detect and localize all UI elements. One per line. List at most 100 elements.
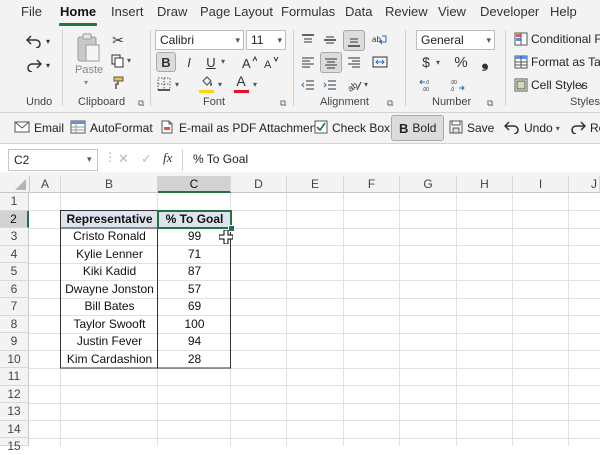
align-left-icon[interactable] [299,53,317,71]
align-middle-icon[interactable] [321,31,339,49]
tab-help[interactable]: Help [550,4,577,19]
increase-font-size-icon[interactable]: A [240,53,258,71]
decrease-font-size-icon[interactable]: A [262,53,280,71]
font-name-combo[interactable]: Calibri ▾ [155,30,244,50]
alignment-launcher-icon[interactable]: ⧉ [387,98,393,109]
percent-button[interactable]: % [452,53,470,71]
redo-icon[interactable] [24,56,44,74]
column-header-f[interactable]: F [344,176,400,193]
row-header-8[interactable]: 8 [0,315,29,333]
format-painter-icon[interactable] [110,75,126,91]
decrease-decimal-icon[interactable]: .00.0 [446,76,466,94]
copy-dropdown-icon[interactable]: ▾ [127,56,131,65]
cell-representative[interactable]: Justin Fever [61,333,158,351]
cell-percent-to-goal[interactable]: 100 [158,316,231,334]
save-button[interactable]: Save [449,118,494,138]
row-header-7[interactable]: 7 [0,298,29,316]
align-top-icon[interactable] [299,31,317,49]
paste-dropdown-icon[interactable]: ▾ [84,78,88,87]
select-all-corner[interactable] [0,176,30,193]
cell-representative[interactable]: Bill Bates [61,298,158,316]
format-as-table-icon[interactable] [513,54,529,70]
row-header-4[interactable]: 4 [0,245,29,263]
email-button[interactable]: Email [14,118,64,138]
tab-review[interactable]: Review [385,4,428,19]
borders-icon[interactable] [156,76,172,92]
cell-representative[interactable]: Kylie Lenner [61,246,158,264]
cancel-icon[interactable]: ✕ [118,151,129,167]
bold-button[interactable]: B [156,52,176,72]
font-launcher-icon[interactable]: ⧉ [280,98,286,109]
increase-decimal-icon[interactable]: .0.00 [418,76,438,94]
paste-label[interactable]: Paste [75,64,103,76]
row-header-10[interactable]: 10 [0,350,29,368]
clipboard-launcher-icon[interactable]: ⧉ [138,98,144,109]
increase-indent-icon[interactable] [321,76,339,94]
tab-insert[interactable]: Insert [111,4,144,19]
undo-qat-button[interactable]: Undo ▾ [503,118,560,138]
undo-dropdown-icon[interactable]: ▾ [44,34,52,48]
formula-input[interactable]: % To Goal [182,149,600,171]
tab-formulas[interactable]: Formulas [281,4,335,19]
conditional-formatting-icon[interactable] [513,31,529,47]
cell-percent-to-goal[interactable]: 69 [158,298,231,316]
font-size-combo[interactable]: 11 ▾ [246,30,286,50]
cell-percent-to-goal[interactable]: 28 [158,351,231,369]
cell-representative[interactable]: Taylor Swooft [61,316,158,334]
cell-styles-dropdown-icon[interactable]: ▾ [580,82,584,91]
tab-developer[interactable]: Developer [480,4,539,19]
undo-icon[interactable] [24,32,44,50]
fill-color-dropdown-icon[interactable]: ▾ [218,80,222,89]
email-pdf-button[interactable]: E-mail as PDF Attachment [159,118,320,138]
currency-button[interactable]: $ [418,53,434,71]
autoformat-button[interactable]: AutoFormat [70,118,153,138]
column-header-a[interactable]: A [30,176,61,193]
column-header-c[interactable]: C [158,176,231,193]
tab-data[interactable]: Data [345,4,372,19]
cell-representative[interactable]: Dwayne Jonston [61,281,158,299]
cell-percent-to-goal[interactable]: 87 [158,263,231,281]
currency-dropdown-icon[interactable]: ▾ [436,58,440,67]
column-header-j[interactable]: J [569,176,600,193]
fill-color-icon[interactable] [199,74,215,90]
cell-percent-to-goal[interactable]: 57 [158,281,231,299]
column-header-e[interactable]: E [287,176,344,193]
column-header-h[interactable]: H [457,176,513,193]
font-color-icon[interactable]: A [233,73,249,89]
borders-dropdown-icon[interactable]: ▾ [175,80,179,89]
italic-button[interactable]: I [180,53,198,71]
cut-icon[interactable]: ✂ [110,32,126,48]
row-header-9[interactable]: 9 [0,333,29,351]
merge-center-icon[interactable] [371,53,389,71]
copy-icon[interactable] [110,53,126,69]
check-box-button[interactable]: Check Box [314,118,390,138]
cell-representative[interactable]: Kiki Kadid [61,263,158,281]
align-bottom-button[interactable] [343,30,365,51]
insert-function-button[interactable]: fx [163,150,172,166]
tab-draw[interactable]: Draw [157,4,187,19]
column-header-b[interactable]: B [61,176,158,193]
table-header-representative[interactable]: Representative [61,211,158,229]
column-header-g[interactable]: G [400,176,457,193]
column-header-d[interactable]: D [231,176,287,193]
row-header-15[interactable]: 15 [0,438,29,453]
tab-page-layout[interactable]: Page Layout [200,4,273,19]
name-box[interactable]: C2 ▾ [8,149,98,171]
cell-representative[interactable]: Kim Cardashion [61,351,158,369]
font-color-dropdown-icon[interactable]: ▾ [253,80,257,89]
bold-qat-button[interactable]: B Bold [391,115,445,141]
cell-percent-to-goal[interactable]: 94 [158,333,231,351]
align-right-icon[interactable] [345,53,363,71]
row-header-14[interactable]: 14 [0,420,29,438]
cell-representative[interactable]: Cristo Ronald [61,228,158,246]
align-center-button[interactable] [320,52,342,73]
row-header-2[interactable]: 2 [0,210,29,228]
row-header-12[interactable]: 12 [0,385,29,403]
comma-style-button[interactable]: ❟ [478,51,492,71]
paste-icon[interactable] [73,32,103,64]
tab-file[interactable]: File [21,4,42,19]
number-format-combo[interactable]: General ▾ [416,30,495,50]
conditional-formatting-button[interactable]: Conditional Fo [531,32,600,46]
underline-button[interactable]: U [202,53,220,71]
underline-dropdown-icon[interactable]: ▾ [221,57,225,66]
